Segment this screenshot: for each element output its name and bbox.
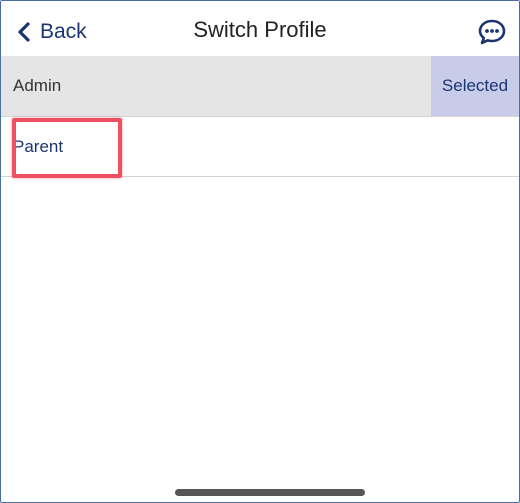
selected-badge: Selected [431, 56, 519, 116]
profile-label-admin: Admin [13, 76, 62, 95]
chevron-left-icon [17, 22, 30, 42]
back-label: Back [40, 20, 87, 43]
app-frame: Back Switch Profile Admin Selected Paren… [0, 0, 520, 503]
profile-row-admin[interactable]: Admin Selected [1, 56, 519, 117]
profile-label-parent: Parent [13, 137, 64, 156]
home-indicator [175, 489, 365, 496]
back-button[interactable]: Back [17, 17, 87, 47]
profile-row-parent[interactable]: Parent [1, 117, 519, 177]
nav-header: Back Switch Profile [1, 1, 519, 56]
chat-button[interactable] [477, 17, 507, 47]
chat-bubble-icon [477, 19, 507, 51]
